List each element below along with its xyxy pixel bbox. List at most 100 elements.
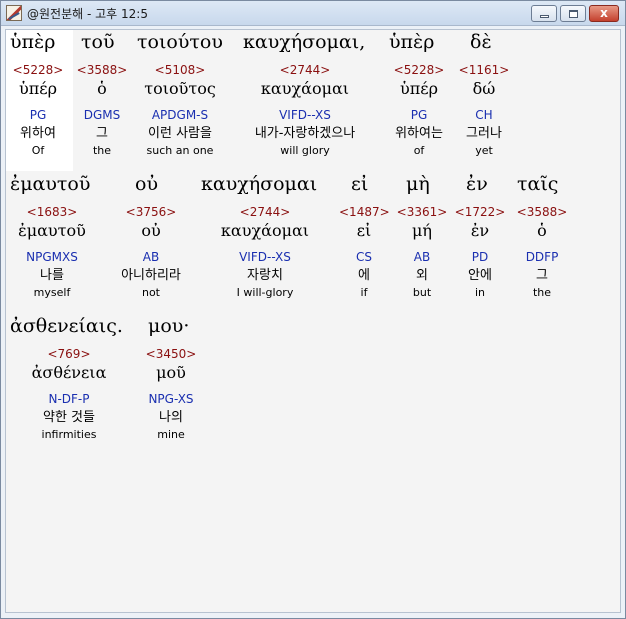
- word-8[interactable]: οὐ <3756> οὐ AB 아니하리라 not: [110, 172, 192, 301]
- greek-surface: ἀσθενείαις.: [10, 315, 123, 337]
- korean-gloss: 자랑치: [247, 268, 283, 283]
- strong-number[interactable]: <3450>: [140, 346, 202, 362]
- korean-gloss: 나를: [40, 268, 64, 283]
- korean-gloss: 에: [358, 268, 370, 283]
- strong-number[interactable]: <769>: [10, 346, 128, 362]
- parsing-code: NPG-XS: [148, 392, 194, 406]
- word-6[interactable]: δὲ <1161> δώ CH 그러나 yet: [456, 30, 512, 159]
- strong-number[interactable]: <3756>: [110, 204, 192, 220]
- strong-number[interactable]: <1161>: [456, 62, 512, 78]
- parsing-code: PD: [471, 250, 489, 264]
- english-gloss: the: [532, 286, 552, 299]
- korean-gloss: 위하여: [20, 126, 56, 141]
- strong-number[interactable]: <3588>: [514, 204, 570, 220]
- app-icon[interactable]: [6, 5, 22, 21]
- word-7[interactable]: ἐμαυτοῦ <1683> ἐμαυτοῦ NPGMXS 나를 myself: [6, 172, 98, 301]
- parsing-code: VIFD--XS: [239, 250, 291, 264]
- parsing-code: VIFD--XS: [279, 108, 331, 122]
- korean-gloss: 아니하리라: [121, 268, 181, 283]
- parsing-code: PG: [29, 108, 47, 122]
- word-15[interactable]: μου· <3450> μοῦ NPG-XS 나의 mine: [140, 314, 202, 443]
- strong-number[interactable]: <1683>: [6, 204, 98, 220]
- word-9[interactable]: καυχήσομαι <2744> καυχάομαι VIFD--XS 자랑치…: [201, 172, 329, 301]
- greek-lemma: εἰ: [356, 221, 372, 240]
- greek-lemma: καυχάομαι: [260, 79, 350, 98]
- greek-surface: ταῖς: [517, 173, 559, 195]
- korean-gloss: 이런 사람을: [148, 126, 212, 141]
- greek-surface: δὲ: [470, 31, 492, 53]
- word-5[interactable]: ὑπὲρ <5228> ὑπέρ PG 위하여는 of: [384, 30, 454, 159]
- word-1[interactable]: ὑπὲρ <5228> ὑπέρ PG 위하여 Of: [8, 30, 68, 159]
- interlinear-panel: ὑπὲρ <5228> ὑπέρ PG 위하여 Of τοῦ <3588> ὁ …: [5, 29, 621, 613]
- greek-surface: ὑπὲρ: [10, 31, 56, 53]
- strong-number[interactable]: <1487>: [339, 204, 390, 220]
- greek-lemma: τοιοῦτος: [144, 79, 216, 98]
- greek-surface: ἐν: [466, 173, 488, 195]
- greek-lemma: ὁ: [537, 221, 547, 240]
- english-gloss: will glory: [280, 144, 330, 157]
- greek-surface: οὐ: [135, 173, 158, 195]
- word-12[interactable]: ἐν <1722> ἐν PD 안에 in: [454, 172, 506, 301]
- word-10[interactable]: εἰ <1487> εἰ CS 에 if: [339, 172, 390, 301]
- minimize-icon: [540, 15, 549, 18]
- close-icon: x: [600, 6, 608, 20]
- english-gloss: infirmities: [41, 428, 97, 441]
- english-gloss: of: [413, 144, 425, 157]
- greek-lemma: ὑπέρ: [19, 79, 57, 98]
- korean-gloss: 내가-자랑하겠으나: [254, 126, 356, 141]
- greek-lemma: μοῦ: [156, 363, 186, 382]
- parsing-code: NPGMXS: [26, 250, 78, 264]
- korean-gloss: 그: [96, 126, 108, 141]
- word-11[interactable]: μὴ <3361> μή AB 외 but: [396, 172, 448, 301]
- english-gloss: but: [412, 286, 432, 299]
- korean-gloss: 위하여는: [395, 126, 443, 141]
- korean-gloss: 외: [416, 268, 428, 283]
- app-window: @원전분해 - 고후 12:5 x ὑπὲρ <5228> ὑπέρ PG 위하…: [0, 0, 626, 619]
- parsing-code: CH: [475, 108, 493, 122]
- parsing-code: AB: [413, 250, 431, 264]
- english-gloss: the: [92, 144, 112, 157]
- greek-surface: καυχήσομαι,: [243, 31, 366, 53]
- strong-number[interactable]: <2744>: [201, 204, 329, 220]
- greek-lemma: μή: [412, 221, 432, 240]
- greek-surface: ὑπὲρ: [389, 31, 435, 53]
- korean-gloss: 그러나: [466, 126, 502, 141]
- parsing-code: PG: [410, 108, 428, 122]
- word-14[interactable]: ἀσθενείαις. <769> ἀσθένεια N-DF-P 약한 것들 …: [10, 314, 128, 443]
- strong-number[interactable]: <5228>: [384, 62, 454, 78]
- strong-number[interactable]: <1722>: [454, 204, 506, 220]
- parsing-code: APDGM-S: [151, 108, 209, 122]
- english-gloss: Of: [31, 144, 45, 157]
- greek-lemma: ὁ: [97, 79, 107, 98]
- strong-number[interactable]: <2744>: [238, 62, 372, 78]
- greek-lemma: οὐ: [141, 221, 161, 240]
- title-bar[interactable]: @원전분해 - 고후 12:5 x: [1, 1, 625, 26]
- close-button[interactable]: x: [589, 5, 619, 22]
- english-gloss: myself: [33, 286, 71, 299]
- greek-surface: τοῦ: [81, 31, 115, 53]
- strong-number[interactable]: <3361>: [396, 204, 448, 220]
- korean-gloss: 그: [536, 268, 548, 283]
- strong-number[interactable]: <5108>: [134, 62, 226, 78]
- english-gloss: if: [360, 286, 368, 299]
- english-gloss: mine: [157, 428, 185, 441]
- english-gloss: not: [141, 286, 160, 299]
- word-2[interactable]: τοῦ <3588> ὁ DGMS 그 the: [73, 30, 131, 159]
- minimize-button[interactable]: [531, 5, 557, 22]
- word-4[interactable]: καυχήσομαι, <2744> καυχάομαι VIFD--XS 내가…: [238, 30, 372, 159]
- word-13[interactable]: ταῖς <3588> ὁ DDFP 그 the: [514, 172, 570, 301]
- strong-number[interactable]: <5228>: [8, 62, 68, 78]
- parsing-code: N-DF-P: [48, 392, 90, 406]
- parsing-code: DDFP: [525, 250, 559, 264]
- strong-number[interactable]: <3588>: [73, 62, 131, 78]
- greek-surface: τοιούτου: [137, 31, 223, 53]
- maximize-icon: [569, 10, 578, 18]
- greek-lemma: δώ: [472, 79, 496, 98]
- greek-lemma: ὑπέρ: [400, 79, 438, 98]
- parsing-code: DGMS: [83, 108, 121, 122]
- greek-lemma: ἀσθένεια: [31, 363, 107, 382]
- greek-lemma: ἐν: [470, 221, 490, 240]
- maximize-button[interactable]: [560, 5, 586, 22]
- greek-surface: εἰ: [351, 173, 369, 195]
- word-3[interactable]: τοιούτου <5108> τοιοῦτος APDGM-S 이런 사람을 …: [134, 30, 226, 159]
